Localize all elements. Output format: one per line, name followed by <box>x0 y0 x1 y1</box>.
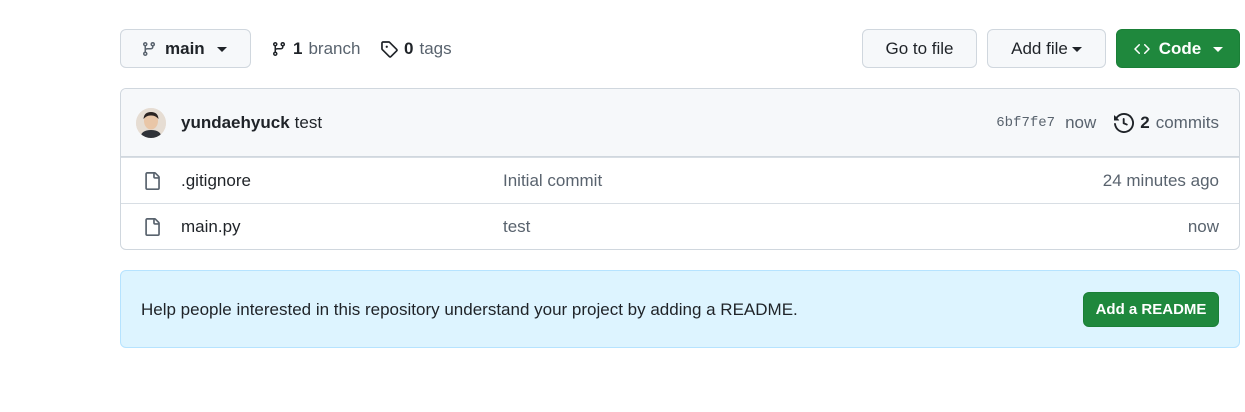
code-label: Code <box>1158 38 1202 58</box>
chevron-down-icon <box>1071 47 1082 52</box>
file-commit-age: now <box>1187 217 1219 236</box>
file-name[interactable]: .gitignore <box>181 158 251 204</box>
git-branch-icon <box>142 41 155 56</box>
readme-banner-text: Help people interested in this repositor… <box>141 300 798 319</box>
chevron-down-icon <box>216 47 227 52</box>
file-commit-age: 24 minutes ago <box>1102 171 1219 190</box>
code-button[interactable]: Code <box>1116 29 1240 68</box>
branch-count: 1 <box>293 38 303 58</box>
tag-count: 0 <box>404 38 414 58</box>
file-icon <box>145 218 160 236</box>
branch-name: main <box>165 38 205 58</box>
add-file-label: Add file <box>1011 38 1068 58</box>
add-readme-button[interactable]: Add a README <box>1083 292 1219 327</box>
tag-label: tags <box>419 38 452 58</box>
repo-toolbar: main 1 branch 0 tags Go to file Add file… <box>120 29 1240 69</box>
file-commit-message[interactable]: Initial commit <box>503 158 602 204</box>
git-branch-icon <box>272 41 285 56</box>
branches-link[interactable]: 1 branch <box>271 29 360 68</box>
avatar[interactable] <box>136 108 166 138</box>
commit-author[interactable]: yundaehyuck <box>181 113 290 133</box>
file-commit-message[interactable]: test <box>503 204 530 249</box>
file-row: main.py test now <box>121 203 1239 249</box>
history-icon <box>1114 113 1135 133</box>
add-file-button[interactable]: Add file <box>987 29 1106 68</box>
file-icon <box>145 172 160 190</box>
readme-banner: Help people interested in this repositor… <box>120 270 1240 348</box>
code-icon <box>1134 43 1150 54</box>
tag-icon <box>381 40 398 58</box>
commit-message[interactable]: test <box>295 113 322 133</box>
chevron-down-icon <box>1213 47 1224 52</box>
commit-meta: 6bf7fe7 now 2 commits <box>996 89 1219 157</box>
go-to-file-button[interactable]: Go to file <box>862 29 977 68</box>
tags-link[interactable]: 0 tags <box>380 29 452 68</box>
user-photo-icon <box>136 108 166 138</box>
commit-count-label: commits <box>1155 113 1219 132</box>
branch-select-button[interactable]: main <box>120 29 251 68</box>
commit-sha[interactable]: 6bf7fe7 <box>996 115 1055 131</box>
branch-label: branch <box>308 38 361 58</box>
commits-link[interactable]: 2 commits <box>1114 113 1219 133</box>
commit-author-line: yundaehyuck test <box>181 89 322 157</box>
file-name[interactable]: main.py <box>181 204 241 249</box>
latest-commit-bar: yundaehyuck test 6bf7fe7 now 2 commits <box>121 89 1239 157</box>
file-row: .gitignore Initial commit 24 minutes ago <box>121 157 1239 203</box>
file-browser: yundaehyuck test 6bf7fe7 now 2 commits .… <box>120 88 1240 250</box>
commit-time: now <box>1065 113 1097 132</box>
commit-count: 2 <box>1140 113 1150 132</box>
